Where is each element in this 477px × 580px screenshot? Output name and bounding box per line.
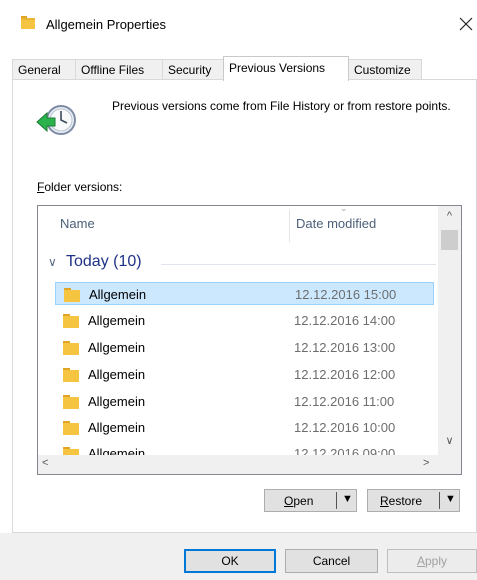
group-label: Today (10): [66, 253, 142, 270]
scroll-up-icon[interactable]: ^: [438, 210, 461, 226]
folder-icon: [62, 394, 80, 413]
group-divider: [161, 264, 436, 265]
version-row[interactable]: Allgemein 12.12.2016 13:00: [55, 336, 434, 359]
tab-previous-versions[interactable]: Previous Versions: [223, 56, 349, 81]
scroll-down-icon[interactable]: ∨: [438, 434, 461, 450]
tab-offline-files[interactable]: Offline Files: [75, 59, 163, 80]
column-header-name[interactable]: Name: [60, 216, 95, 231]
restore-label-rest: estore: [388, 494, 423, 508]
open-button-label: Open: [284, 494, 313, 508]
split-separator: [336, 492, 337, 509]
version-row[interactable]: Allgemein 12.12.2016 14:00: [55, 309, 434, 332]
apply-accesskey: A: [416, 554, 425, 568]
close-icon: [459, 17, 473, 31]
sort-caret-icon: ⌄: [340, 205, 348, 213]
vertical-scroll-thumb[interactable]: [441, 230, 458, 250]
dialog-button-bar: OK Cancel Apply: [0, 533, 477, 580]
folder-icon: [20, 14, 36, 33]
restore-button[interactable]: Restore ▼: [367, 489, 460, 512]
folder-versions-list[interactable]: Name ⌄ Date modified ∨ Today (10) Allgeme…: [37, 205, 462, 475]
folder-icon: [62, 340, 80, 359]
apply-button[interactable]: Apply: [387, 549, 477, 573]
tab-customize[interactable]: Customize: [348, 59, 422, 80]
version-name: Allgemein: [89, 287, 147, 302]
open-button[interactable]: Open ▼: [264, 489, 357, 512]
title-bar: Allgemein Properties: [0, 0, 477, 48]
tab-security[interactable]: Security: [162, 59, 224, 80]
split-separator: [439, 492, 440, 509]
previous-versions-clock-icon: [35, 100, 79, 143]
chevron-down-icon: ∨: [48, 255, 57, 269]
restore-button-label: Restore: [380, 494, 422, 508]
cancel-button[interactable]: Cancel: [285, 549, 378, 573]
vertical-scrollbar[interactable]: ^ ∨: [438, 206, 461, 455]
dropdown-arrow-icon[interactable]: ▼: [342, 493, 353, 505]
tab-strip: General Offline Files Security Previous …: [12, 56, 477, 81]
horizontal-scrollbar[interactable]: < >: [38, 455, 461, 474]
folder-versions-label-rest: older versions:: [44, 180, 123, 194]
version-row[interactable]: Allgemein 12.12.2016 12:00: [55, 363, 434, 386]
column-header-date-modified[interactable]: Date modified: [296, 216, 376, 231]
group-header-today[interactable]: ∨ Today (10): [48, 253, 142, 271]
version-name: Allgemein: [88, 313, 146, 328]
window-title: Allgemein Properties: [46, 17, 166, 32]
open-label-rest: pen: [293, 494, 314, 508]
tab-general[interactable]: General: [12, 59, 76, 80]
version-name: Allgemein: [88, 420, 146, 435]
open-accesskey: O: [284, 494, 294, 508]
version-date: 12.12.2016 12:00: [294, 367, 396, 382]
restore-accesskey: R: [380, 494, 389, 508]
version-row[interactable]: Allgemein 12.12.2016 15:00: [55, 282, 434, 305]
info-text: Previous versions come from File History…: [112, 99, 451, 113]
scroll-left-icon[interactable]: <: [42, 457, 48, 469]
close-button[interactable]: [455, 11, 477, 37]
version-date: 12.12.2016 13:00: [294, 340, 396, 355]
version-name: Allgemein: [88, 340, 146, 355]
apply-label-rest: pply: [425, 554, 448, 568]
version-row[interactable]: Allgemein 12.12.2016 10:00: [55, 416, 434, 439]
folder-icon: [63, 287, 81, 306]
version-name: Allgemein: [88, 367, 146, 382]
version-name: Allgemein: [88, 394, 146, 409]
scrollbar-corner: [438, 455, 461, 474]
folder-versions-label: Folder versions:: [37, 180, 122, 194]
ok-button[interactable]: OK: [184, 549, 276, 573]
folder-icon: [62, 313, 80, 332]
dropdown-arrow-icon[interactable]: ▼: [445, 493, 456, 505]
version-date: 12.12.2016 10:00: [294, 420, 396, 435]
scroll-right-icon[interactable]: >: [423, 457, 429, 469]
version-date: 12.12.2016 11:00: [294, 394, 395, 409]
version-row[interactable]: Allgemein 12.12.2016 11:00: [55, 390, 434, 413]
folder-icon: [62, 420, 80, 439]
version-date: 12.12.2016 15:00: [295, 287, 397, 302]
version-date: 12.12.2016 14:00: [294, 313, 396, 328]
column-separator[interactable]: [289, 210, 290, 242]
folder-icon: [62, 367, 80, 386]
